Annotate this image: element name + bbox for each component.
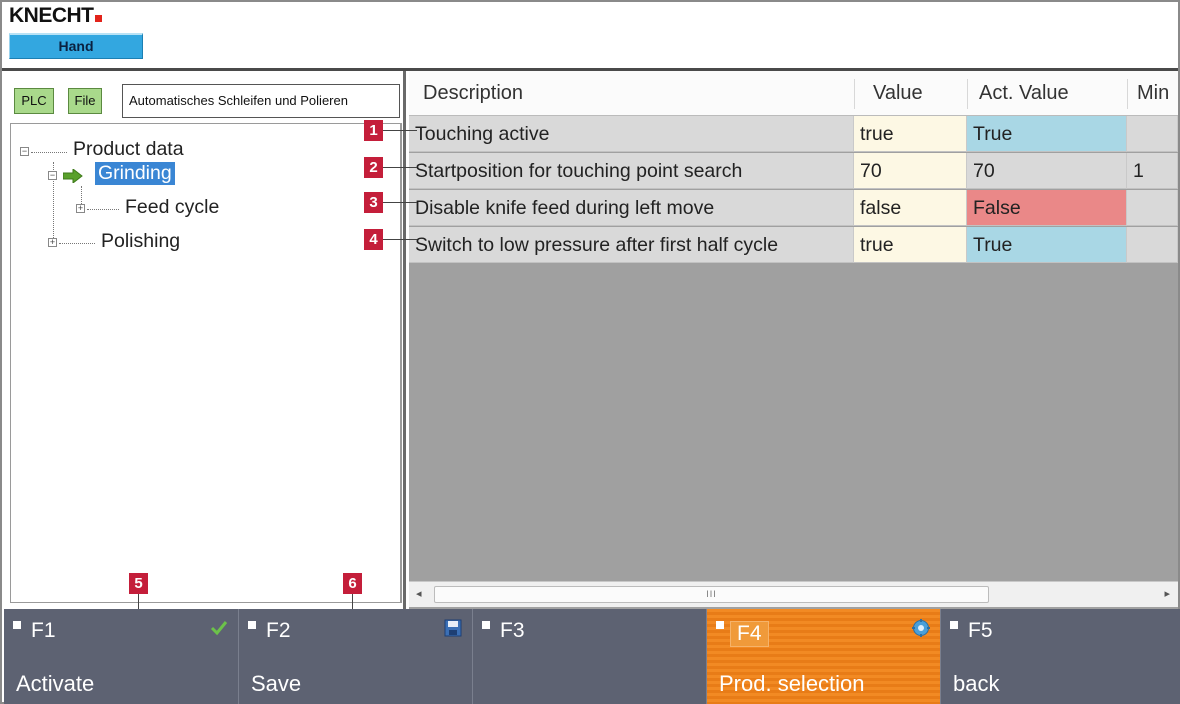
- tree-item-feed-cycle[interactable]: Feed cycle: [125, 196, 219, 219]
- callout-leader-line: [383, 202, 417, 203]
- horizontal-scrollbar[interactable]: ◂ III ▸: [409, 581, 1178, 607]
- column-header-description[interactable]: Description: [415, 71, 855, 116]
- grid-header: Description Value Act. Value Min: [409, 71, 1178, 116]
- program-name-field[interactable]: Automatisches Schleifen und Polieren: [122, 84, 400, 118]
- scrollbar-thumb[interactable]: III: [434, 586, 989, 603]
- callout-leader-line: [383, 239, 417, 240]
- cell-act-value: 70: [967, 153, 1127, 189]
- column-separator: [967, 79, 968, 109]
- gear-icon: [912, 619, 930, 637]
- mode-indicator-button[interactable]: Hand: [9, 33, 143, 59]
- f2-save-button[interactable]: F2 Save: [238, 609, 472, 704]
- column-separator: [1127, 79, 1128, 109]
- function-key-name: F2: [266, 619, 291, 642]
- plc-button[interactable]: PLC: [14, 88, 54, 114]
- function-key-label: Activate: [16, 671, 95, 696]
- product-tree-panel: PLC File Automatisches Schleifen und Pol…: [4, 71, 406, 609]
- callout-marker-4: 4: [364, 229, 383, 250]
- collapse-toggle-icon[interactable]: −: [48, 171, 57, 180]
- brand-logo: KNECHT: [9, 4, 102, 28]
- led-indicator: [950, 621, 958, 629]
- function-key-name: F5: [968, 619, 993, 642]
- tree-item-product-data[interactable]: Product data: [73, 138, 184, 161]
- callout-marker-2: 2: [364, 157, 383, 178]
- led-indicator: [13, 621, 21, 629]
- callout-marker-3: 3: [364, 192, 383, 213]
- table-row[interactable]: Switch to low pressure after first half …: [409, 227, 1178, 264]
- expand-toggle-icon[interactable]: +: [76, 204, 85, 213]
- cell-act-value: False: [967, 190, 1127, 226]
- file-button[interactable]: File: [68, 88, 102, 114]
- callout-leader-line: [383, 130, 417, 131]
- cell-value[interactable]: true: [854, 227, 967, 263]
- function-key-name: F1: [31, 619, 56, 642]
- function-key-label: Prod. selection: [719, 671, 865, 696]
- table-row[interactable]: Touching active true True: [409, 116, 1178, 153]
- cell-value[interactable]: false: [854, 190, 967, 226]
- function-key-label: Save: [251, 671, 302, 696]
- floppy-disk-icon: [444, 619, 462, 637]
- f5-back-button[interactable]: F5 back: [940, 609, 1180, 704]
- cell-act-value: True: [967, 116, 1127, 152]
- collapse-toggle-icon[interactable]: −: [20, 147, 29, 156]
- callout-marker-1: 1: [364, 120, 383, 141]
- column-header-min[interactable]: Min: [1129, 71, 1178, 116]
- function-key-label: back: [953, 671, 1000, 696]
- parameter-grid: Description Value Act. Value Min Touchin…: [409, 71, 1178, 609]
- tree-item-grinding[interactable]: Grinding: [95, 162, 175, 185]
- cell-description: Touching active: [409, 116, 854, 152]
- cell-min: [1127, 190, 1178, 226]
- expand-toggle-icon[interactable]: +: [48, 238, 57, 247]
- callout-marker-5: 5: [129, 573, 148, 594]
- cell-description: Disable knife feed during left move: [409, 190, 854, 226]
- arrow-right-icon: [63, 169, 83, 183]
- f4-prod-selection-button[interactable]: F4 Prod. selection: [706, 609, 940, 704]
- table-row[interactable]: Disable knife feed during left move fals…: [409, 190, 1178, 227]
- tree-connector: [87, 209, 119, 210]
- callout-leader-line: [383, 167, 417, 168]
- tree-connector: [59, 243, 95, 244]
- column-header-value[interactable]: Value: [865, 71, 965, 116]
- function-key-bar: F1 Activate F2 Save F3 F4 Prod. selectio…: [4, 609, 1180, 704]
- function-key-name: F3: [500, 619, 525, 642]
- logo-red-square: [94, 15, 102, 22]
- column-header-act-value[interactable]: Act. Value: [971, 71, 1126, 116]
- cell-min: 1: [1127, 153, 1178, 189]
- scroll-right-icon[interactable]: ▸: [1164, 587, 1170, 600]
- application-window: KNECHT Hand PLC File Automatisches Schle…: [0, 0, 1180, 704]
- product-tree: − Product data − Grinding + Feed cycle +…: [10, 123, 402, 603]
- function-key-name: F4: [730, 621, 769, 647]
- led-indicator: [482, 621, 490, 629]
- cell-act-value: True: [967, 227, 1127, 263]
- column-separator: [854, 79, 855, 109]
- led-indicator: [248, 621, 256, 629]
- cell-value[interactable]: 70: [854, 153, 967, 189]
- cell-value[interactable]: true: [854, 116, 967, 152]
- scroll-left-icon[interactable]: ◂: [416, 587, 422, 600]
- cell-min: [1127, 116, 1178, 152]
- tree-item-polishing[interactable]: Polishing: [101, 230, 180, 253]
- led-indicator: [716, 621, 724, 629]
- tree-connector: [31, 152, 67, 153]
- checkmark-icon: [210, 621, 228, 636]
- cell-description: Startposition for touching point search: [409, 153, 854, 189]
- table-row[interactable]: Startposition for touching point search …: [409, 153, 1178, 190]
- cell-description: Switch to low pressure after first half …: [409, 227, 854, 263]
- cell-min: [1127, 227, 1178, 263]
- f3-button[interactable]: F3: [472, 609, 706, 704]
- f1-activate-button[interactable]: F1 Activate: [4, 609, 238, 704]
- callout-marker-6: 6: [343, 573, 362, 594]
